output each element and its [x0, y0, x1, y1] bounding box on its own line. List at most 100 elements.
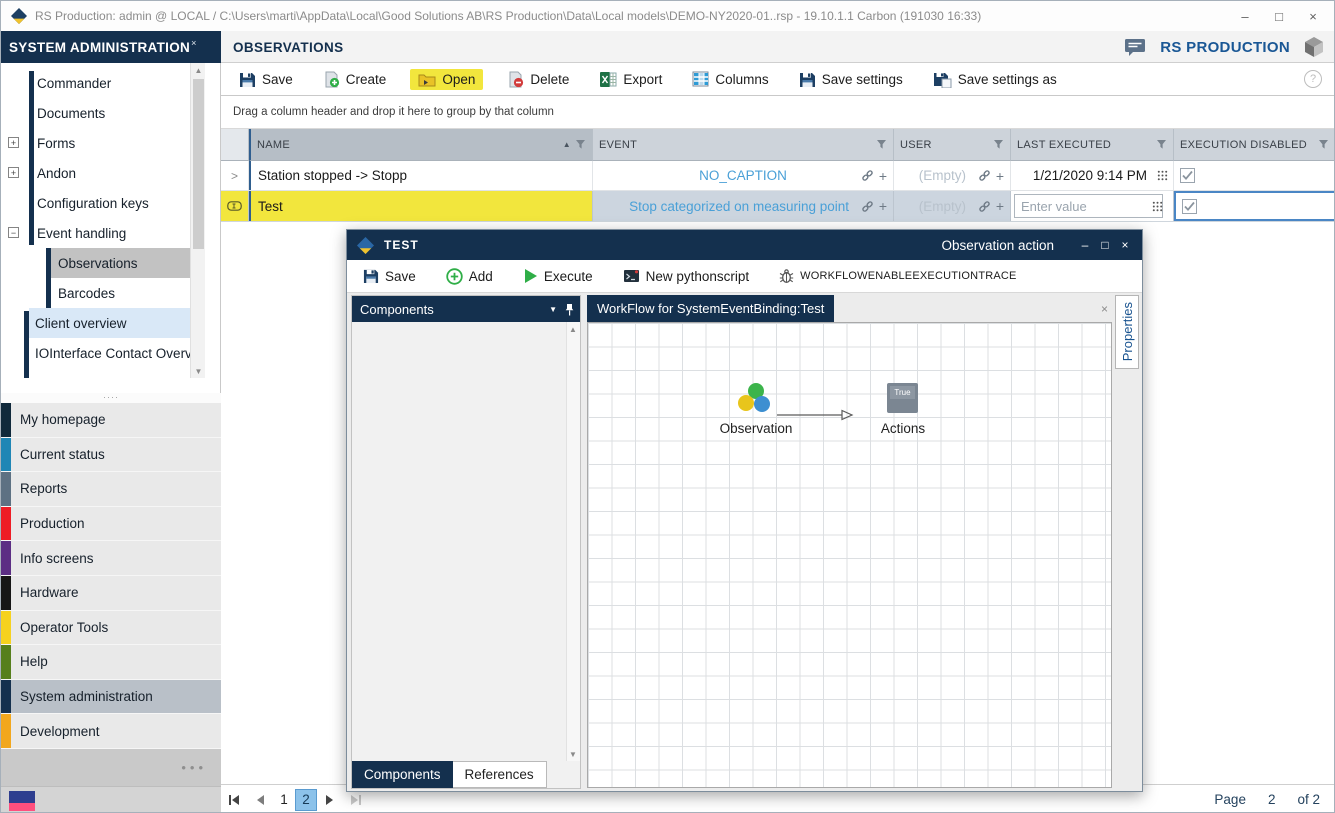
checkbox-checked[interactable] — [1182, 199, 1197, 214]
nav-item-production[interactable]: Production — [1, 507, 221, 542]
panel-close-icon[interactable]: × — [191, 38, 196, 48]
execution-disabled-cell-focused[interactable] — [1174, 191, 1335, 221]
last-executed-cell[interactable]: 1/21/2020 9:14 PM — [1011, 161, 1174, 190]
workflow-canvas[interactable]: Observation True Actions — [587, 322, 1112, 788]
column-header-last-executed[interactable]: LAST EXECUTED — [1011, 129, 1174, 161]
collapse-icon-event-handling[interactable]: − — [8, 227, 19, 238]
name-cell[interactable]: Station stopped -> Stopp — [249, 161, 593, 190]
maximize-button[interactable]: □ — [1262, 3, 1296, 29]
tree-item-iointerface-contact-overview[interactable]: IOInterface Contact Overv — [1, 338, 205, 368]
link-icon[interactable] — [861, 169, 874, 182]
table-row[interactable]: > Station stopped -> Stopp NO_CAPTION + … — [221, 161, 1335, 191]
next-page-button[interactable] — [317, 795, 343, 805]
dialog-execute-button[interactable]: Execute — [517, 265, 599, 287]
create-button[interactable]: Create — [317, 68, 393, 91]
dialog-close-button[interactable]: × — [1116, 238, 1134, 252]
nav-item-help[interactable]: Help — [1, 645, 221, 680]
scrollbar-thumb[interactable] — [193, 79, 204, 249]
user-cell[interactable]: (Empty) + — [894, 161, 1011, 190]
previous-page-button[interactable] — [247, 795, 273, 805]
tree-item-client-overview[interactable]: Client overview — [29, 308, 205, 338]
tree-vertical-scrollbar[interactable]: ▲ ▼ — [190, 63, 205, 378]
save-button[interactable]: Save — [233, 68, 299, 91]
filter-icon[interactable] — [575, 139, 586, 150]
dialog-trace-button[interactable]: WORKFLOWENABLEEXECUTIONTRACE — [773, 265, 1022, 287]
group-by-drop-zone[interactable]: Drag a column header and drop it here to… — [221, 96, 1334, 129]
tree-item-documents[interactable]: Documents — [1, 98, 205, 128]
open-button[interactable]: Open — [410, 69, 483, 90]
table-row-selected[interactable]: Test Stop categorized on measuring point… — [221, 191, 1335, 222]
tree-item-forms[interactable]: Forms — [1, 128, 205, 158]
add-link-icon[interactable]: + — [879, 199, 887, 213]
last-executed-edit-cell[interactable] — [1011, 191, 1174, 221]
scroll-up-icon[interactable]: ▲ — [566, 322, 580, 336]
dialog-save-button[interactable]: Save — [357, 265, 422, 287]
nav-item-operator-tools[interactable]: Operator Tools — [1, 611, 221, 646]
picker-grid-icon[interactable] — [1152, 201, 1163, 212]
tree-item-observations[interactable]: Observations — [51, 248, 205, 278]
page-number-1[interactable]: 1 — [273, 792, 295, 807]
close-button[interactable]: × — [1296, 3, 1330, 29]
tree-item-commander[interactable]: Commander — [1, 68, 205, 98]
last-page-button-disabled[interactable] — [343, 795, 369, 805]
first-page-button[interactable] — [221, 795, 247, 805]
messages-icon[interactable] — [1124, 38, 1146, 57]
tree-item-barcodes[interactable]: Barcodes — [1, 278, 205, 308]
add-link-icon[interactable]: + — [879, 169, 887, 183]
checkbox-checked[interactable] — [1180, 168, 1195, 183]
link-icon[interactable] — [978, 200, 991, 213]
page-number-2-active[interactable]: 2 — [295, 789, 317, 811]
components-scrollbar[interactable]: ▲ ▼ — [566, 322, 580, 761]
dialog-titlebar[interactable]: TEST Observation action – □ × — [347, 230, 1142, 260]
nav-item-reports[interactable]: Reports — [1, 472, 221, 507]
link-icon[interactable] — [978, 169, 991, 182]
tree-item-event-handling[interactable]: Event handling — [1, 218, 205, 248]
name-cell-editing[interactable]: Test — [249, 191, 593, 221]
tab-properties[interactable]: Properties — [1115, 295, 1139, 369]
column-header-event[interactable]: EVENT — [593, 129, 894, 161]
tree-item-andon[interactable]: Andon — [1, 158, 205, 188]
export-button[interactable]: Export — [593, 68, 668, 91]
event-cell[interactable]: Stop categorized on measuring point + — [593, 191, 894, 221]
filter-icon[interactable] — [993, 139, 1004, 150]
add-link-icon[interactable]: + — [996, 199, 1004, 213]
help-icon[interactable]: ? — [1304, 70, 1322, 88]
scroll-down-icon[interactable]: ▼ — [191, 364, 205, 378]
expand-icon-andon[interactable]: + — [8, 167, 19, 178]
nav-overflow-button[interactable]: ••• — [1, 749, 221, 786]
chevron-down-icon[interactable]: ▼ — [549, 305, 557, 314]
dialog-maximize-button[interactable]: □ — [1096, 238, 1114, 252]
tab-references[interactable]: References — [453, 761, 547, 788]
actions-node[interactable]: True Actions — [853, 383, 953, 439]
minimize-button[interactable]: – — [1228, 3, 1262, 29]
tab-components[interactable]: Components — [352, 761, 453, 788]
nav-item-system-administration[interactable]: System administration — [1, 680, 221, 715]
user-cell[interactable]: (Empty) + — [894, 191, 1011, 221]
column-header-user[interactable]: USER — [894, 129, 1011, 161]
components-panel-header[interactable]: Components ▼ — [352, 296, 580, 322]
delete-button[interactable]: Delete — [501, 68, 575, 91]
filter-icon[interactable] — [1156, 139, 1167, 150]
filter-icon[interactable] — [1318, 139, 1329, 150]
components-list[interactable]: ▲ ▼ — [352, 322, 580, 761]
tab-workflow[interactable]: WorkFlow for SystemEventBinding:Test — [587, 295, 834, 322]
nav-item-hardware[interactable]: Hardware — [1, 576, 221, 611]
add-link-icon[interactable]: + — [996, 169, 1004, 183]
tree-item-log-in-duration[interactable]: Log in duration — [1, 368, 205, 378]
expand-icon-forms[interactable]: + — [8, 137, 19, 148]
nav-item-development[interactable]: Development — [1, 714, 221, 749]
filter-icon[interactable] — [876, 139, 887, 150]
tree-item-configuration-keys[interactable]: Configuration keys — [1, 188, 205, 218]
dialog-minimize-button[interactable]: – — [1076, 238, 1094, 252]
last-executed-input[interactable] — [1014, 194, 1163, 218]
link-icon[interactable] — [861, 200, 874, 213]
dialog-add-button[interactable]: Add — [440, 265, 499, 288]
column-header-name[interactable]: NAME ▲ — [249, 129, 593, 161]
dialog-new-pythonscript-button[interactable]: New pythonscript — [617, 265, 756, 287]
nav-item-current-status[interactable]: Current status — [1, 438, 221, 473]
sidebar-splitter-handle[interactable]: ···· — [1, 393, 221, 403]
event-cell[interactable]: NO_CAPTION + — [593, 161, 894, 190]
scroll-down-icon[interactable]: ▼ — [566, 747, 580, 761]
nav-item-info-screens[interactable]: Info screens — [1, 541, 221, 576]
connector-arrow[interactable] — [776, 407, 854, 423]
